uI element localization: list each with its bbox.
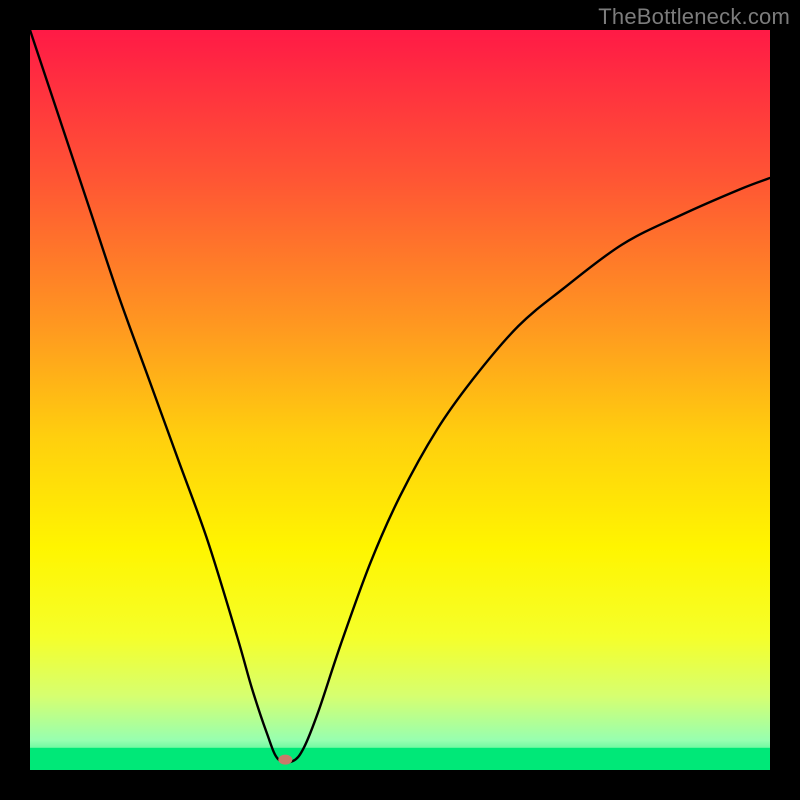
watermark-text: TheBottleneck.com bbox=[598, 4, 790, 30]
green-band bbox=[30, 748, 770, 770]
optimal-point-marker bbox=[278, 755, 292, 765]
chart-svg bbox=[30, 30, 770, 770]
chart-frame: TheBottleneck.com bbox=[0, 0, 800, 800]
plot-area bbox=[30, 30, 770, 770]
gradient-background bbox=[30, 30, 770, 770]
